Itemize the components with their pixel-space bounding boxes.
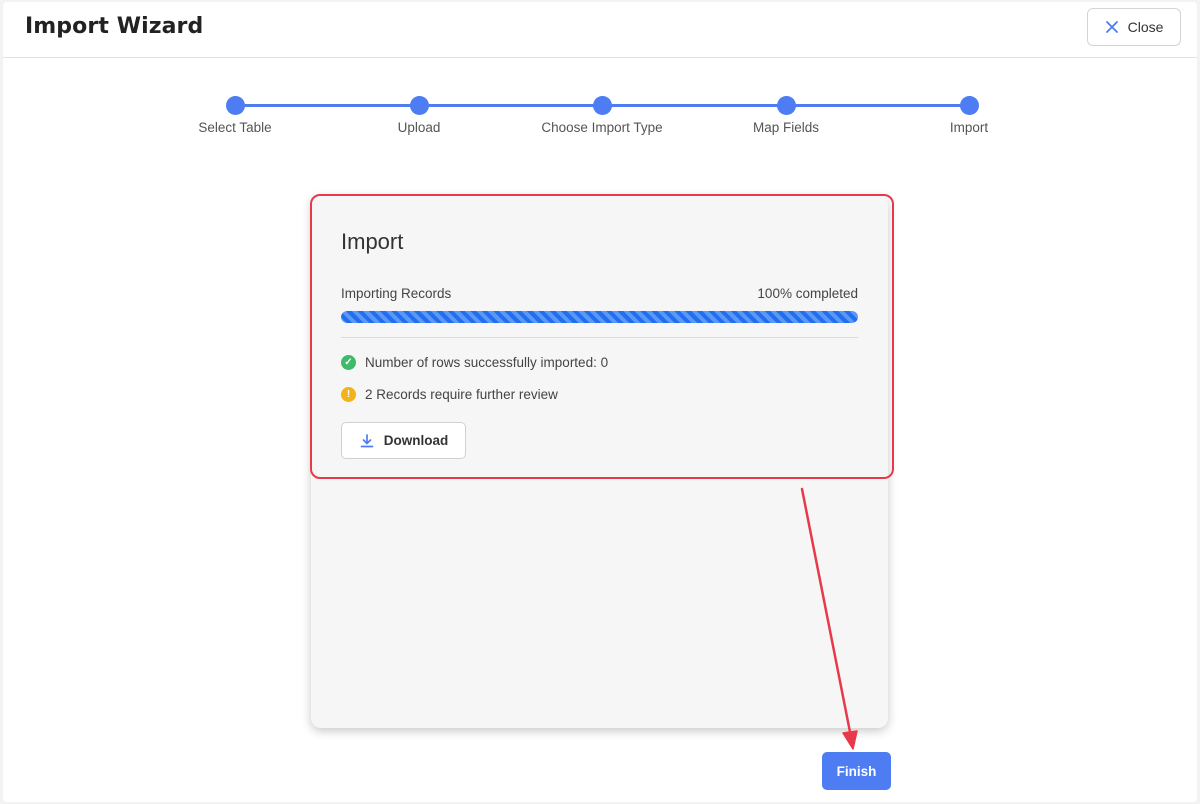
- check-circle-icon: ✓: [341, 355, 356, 370]
- warning-message: 2 Records require further review: [365, 387, 558, 402]
- progress-fill: [341, 311, 858, 323]
- progress-label: Importing Records: [341, 286, 452, 301]
- wizard-stepper: Select Table Upload Choose Import Type M…: [3, 92, 1197, 142]
- step-dot: [776, 96, 796, 115]
- step-label: Import: [949, 120, 989, 135]
- download-button-label: Download: [383, 433, 449, 448]
- step-upload: Upload: [339, 96, 499, 135]
- progress-percent: 100% completed: [757, 286, 858, 301]
- step-dot: [592, 96, 612, 115]
- step-dot: [225, 96, 245, 115]
- success-status: ✓ Number of rows successfully imported: …: [341, 355, 608, 370]
- download-button[interactable]: Download: [341, 422, 466, 459]
- warning-status: ! 2 Records require further review: [341, 387, 558, 402]
- close-button-label: Close: [1127, 19, 1164, 35]
- step-import: Import: [889, 96, 1049, 135]
- progress-bar: [341, 311, 858, 323]
- step-label: Upload: [397, 120, 441, 135]
- card-title: Import: [341, 229, 404, 254]
- close-button[interactable]: Close: [1087, 8, 1181, 46]
- step-label: Choose Import Type: [541, 120, 663, 135]
- step-choose-import-type: Choose Import Type: [522, 96, 682, 135]
- step-label: Map Fields: [752, 120, 820, 135]
- import-card: Import Importing Records 100% completed …: [311, 195, 888, 728]
- download-icon: [360, 433, 374, 447]
- exclamation-circle-icon: !: [341, 387, 356, 402]
- step-label: Select Table: [198, 120, 272, 135]
- divider: [341, 337, 858, 338]
- finish-button[interactable]: Finish: [822, 752, 891, 790]
- close-icon: [1105, 21, 1118, 33]
- modal-header: Import Wizard Close: [3, 2, 1197, 58]
- step-dot: [959, 96, 979, 115]
- step-select-table: Select Table: [155, 96, 315, 135]
- success-message: Number of rows successfully imported: 0: [365, 355, 609, 370]
- step-map-fields: Map Fields: [706, 96, 866, 135]
- step-dot: [409, 96, 429, 115]
- page-title: Import Wizard: [25, 14, 204, 39]
